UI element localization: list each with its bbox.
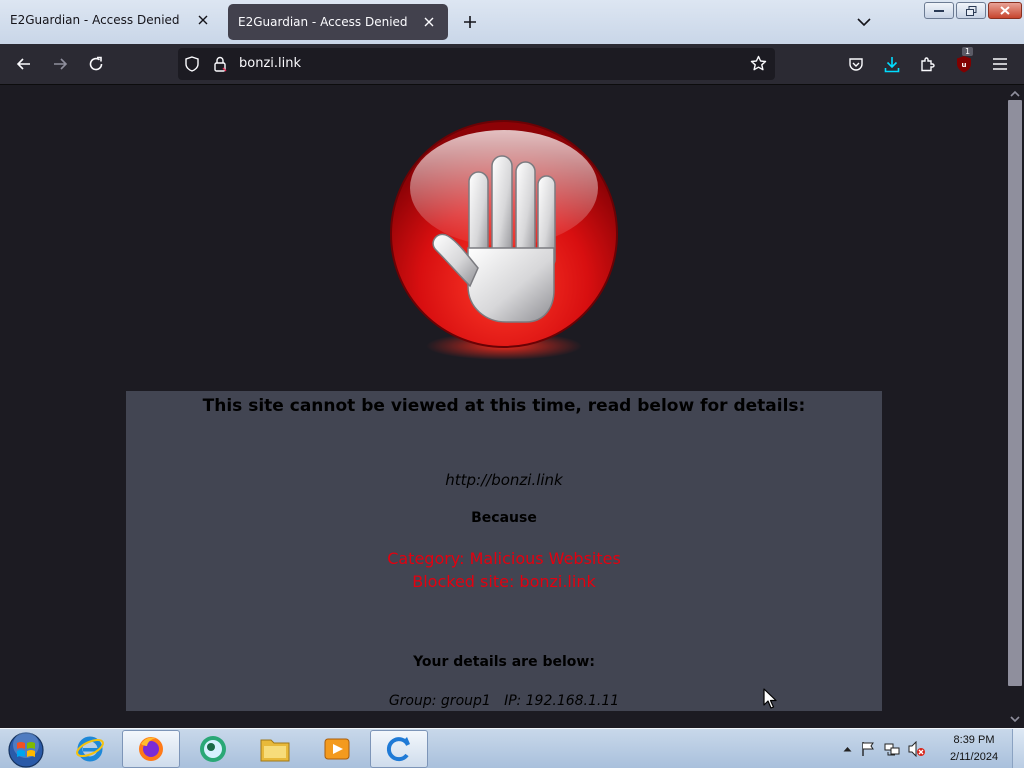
url-text[interactable]: bonzi.link xyxy=(239,56,301,71)
blocked-site: Blocked site: bonzi.link xyxy=(412,572,596,591)
taskbar-firefox[interactable] xyxy=(122,730,180,768)
windows-taskbar: 8:39 PM 2/11/2024 xyxy=(0,728,1024,768)
folder-icon xyxy=(260,739,290,762)
scrollbar-thumb[interactable] xyxy=(1008,100,1022,686)
ublock-button[interactable]: u 1 xyxy=(950,47,978,78)
minimize-button[interactable] xyxy=(924,2,954,19)
tab-strip: E2Guardian - Access Denied E2Guardian - … xyxy=(0,0,1024,44)
firefox-icon xyxy=(139,737,163,761)
window-controls xyxy=(924,2,1022,19)
blocked-url: http://bonzi.link xyxy=(445,471,563,489)
page-content: This site cannot be viewed at this time,… xyxy=(0,86,1006,728)
windows-logo-icon xyxy=(8,732,44,768)
arrow-right-icon xyxy=(54,58,68,70)
close-icon[interactable] xyxy=(194,11,212,29)
close-icon xyxy=(1000,6,1010,15)
new-tab-button[interactable] xyxy=(458,10,482,34)
details-heading: Your details are below: xyxy=(413,654,595,670)
start-button[interactable] xyxy=(6,731,46,768)
clock-date: 2/11/2024 xyxy=(949,751,999,763)
forward-button[interactable] xyxy=(46,50,74,78)
tab-access-denied-1[interactable]: E2Guardian - Access Denied xyxy=(0,2,222,38)
taskbar-media-player[interactable] xyxy=(308,730,366,768)
scroll-up-icon[interactable] xyxy=(1010,89,1020,99)
download-icon xyxy=(884,56,900,72)
clock-time: 8:39 PM xyxy=(953,734,995,746)
pocket-button[interactable] xyxy=(842,50,870,78)
reload-icon xyxy=(89,56,103,71)
restore-button[interactable] xyxy=(956,2,986,19)
lock-icon[interactable] xyxy=(213,56,227,76)
action-center-flag-icon[interactable] xyxy=(860,741,876,757)
taskbar-clock[interactable]: 8:39 PM 2/11/2024 xyxy=(934,732,1014,766)
close-icon[interactable] xyxy=(420,13,438,31)
system-tray xyxy=(843,741,926,757)
refresh-arrows-icon xyxy=(386,737,410,762)
taskbar-file-explorer[interactable] xyxy=(246,730,304,768)
arrow-left-icon xyxy=(16,58,30,70)
stop-hand-icon xyxy=(390,120,618,360)
taskbar-update-tool[interactable] xyxy=(370,730,428,768)
show-hidden-icons-icon[interactable] xyxy=(843,746,852,752)
chevron-down-icon xyxy=(857,17,871,26)
restore-icon xyxy=(965,5,976,16)
mouse-cursor-icon xyxy=(763,688,777,709)
reload-button[interactable] xyxy=(82,50,110,78)
media-player-icon xyxy=(324,738,350,760)
scroll-down-icon[interactable] xyxy=(1010,714,1020,724)
nav-toolbar: bonzi.link u 1 xyxy=(0,44,1024,85)
volume-muted-icon[interactable] xyxy=(908,741,926,757)
ublock-shield-icon: u xyxy=(957,56,971,73)
downloads-button[interactable] xyxy=(878,50,906,78)
block-details-panel: This site cannot be viewed at this time,… xyxy=(126,391,882,711)
back-button[interactable] xyxy=(10,50,38,78)
tab-label: E2Guardian - Access Denied xyxy=(10,13,180,27)
list-all-tabs-button[interactable] xyxy=(852,10,876,34)
hamburger-menu-icon xyxy=(993,58,1007,70)
extensions-button[interactable] xyxy=(914,50,942,78)
tab-access-denied-2[interactable]: E2Guardian - Access Denied xyxy=(228,4,448,40)
block-category: Category: Malicious Websites xyxy=(387,549,621,568)
taskbar-messenger[interactable] xyxy=(184,730,242,768)
pocket-icon xyxy=(849,58,863,71)
puzzle-icon xyxy=(921,57,935,72)
messenger-icon xyxy=(200,736,226,762)
minimize-icon xyxy=(934,9,944,12)
show-desktop-button[interactable] xyxy=(1012,729,1024,768)
network-icon[interactable] xyxy=(884,741,900,757)
tab-label: E2Guardian - Access Denied xyxy=(238,15,408,29)
vertical-scrollbar[interactable] xyxy=(1006,86,1024,728)
app-menu-button[interactable] xyxy=(986,50,1014,78)
bookmark-star-icon[interactable] xyxy=(750,55,767,76)
plus-icon xyxy=(464,16,476,28)
shield-icon[interactable] xyxy=(184,56,200,76)
internet-explorer-icon xyxy=(76,736,104,762)
page-title: This site cannot be viewed at this time,… xyxy=(202,396,806,416)
address-bar[interactable]: bonzi.link xyxy=(178,48,775,80)
extension-badge: 1 xyxy=(962,47,974,56)
taskbar-internet-explorer[interactable] xyxy=(61,730,119,768)
window-close-button[interactable] xyxy=(988,2,1022,19)
because-label: Because xyxy=(471,510,537,526)
svg-text:u: u xyxy=(962,61,967,69)
